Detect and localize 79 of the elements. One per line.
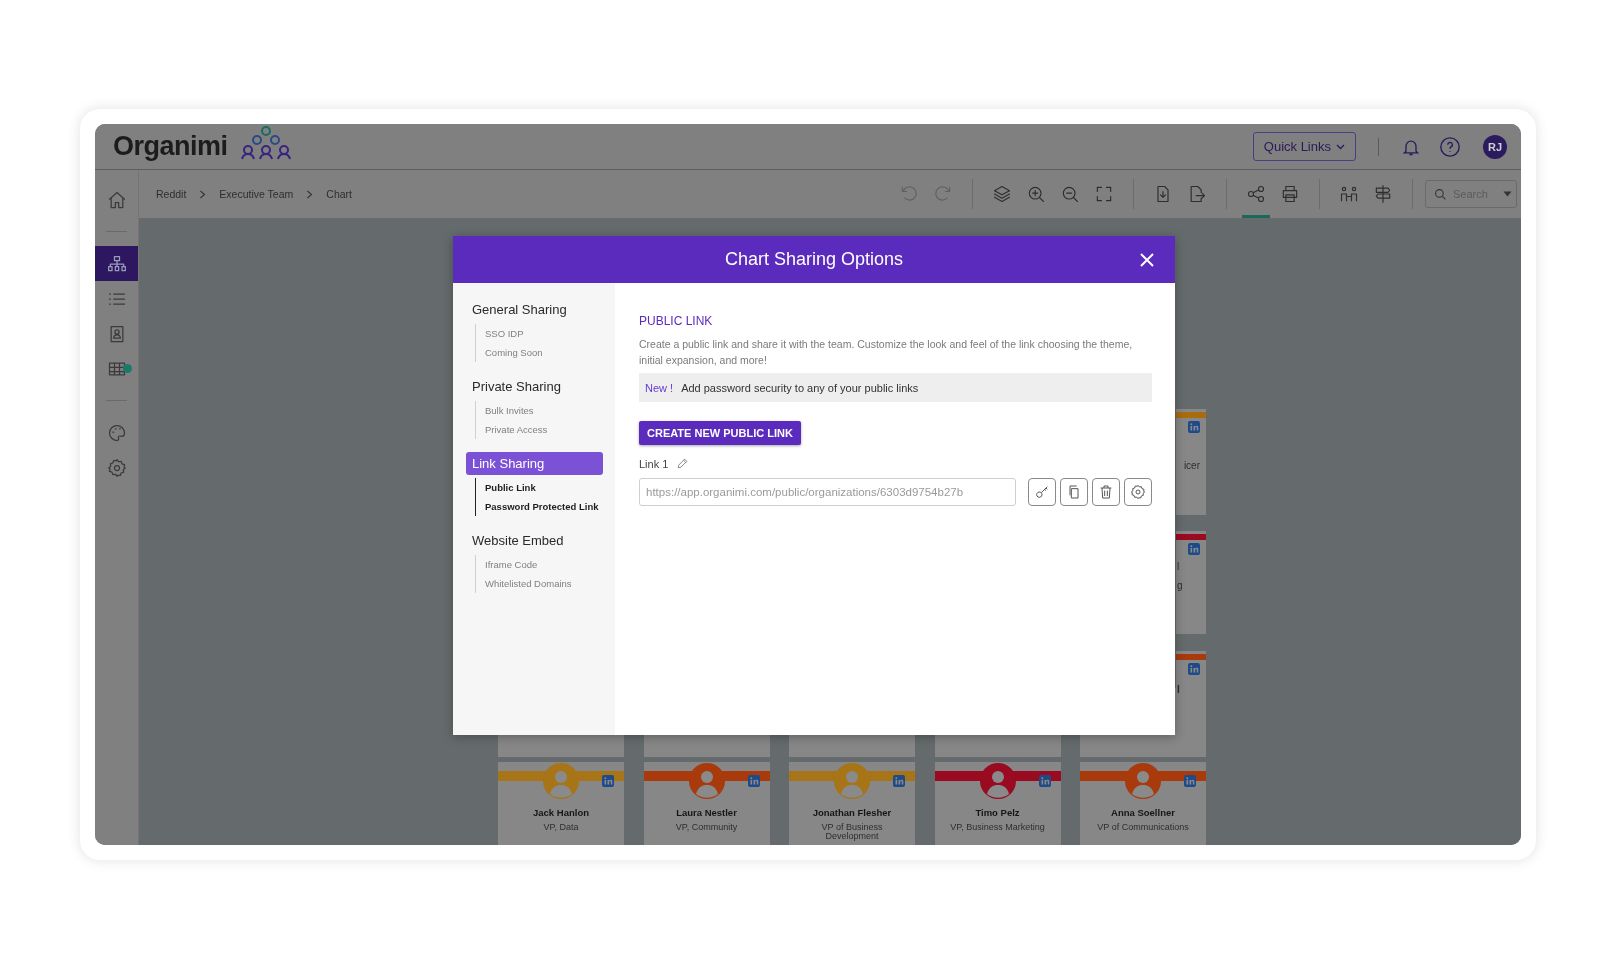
job-title: VP of Business Development: [820, 823, 884, 841]
link-name: Link 1: [639, 457, 669, 470]
section-tab[interactable]: Link Sharing: [466, 452, 603, 475]
breadcrumb-link[interactable]: Reddit: [156, 188, 187, 200]
people-icon: [1339, 184, 1359, 204]
person-name: Anna Soellner: [1111, 807, 1175, 818]
chevron-icon: [199, 189, 207, 199]
dialog-title: Chart Sharing Options: [724, 249, 904, 270]
undo-icon: [899, 184, 919, 204]
user-avatar[interactable]: RJ: [1483, 134, 1507, 159]
breadcrumb-link[interactable]: Executive Team: [219, 188, 294, 200]
person-name: Timo Pelz: [975, 807, 1020, 818]
org-chart-icon: [106, 253, 127, 274]
social-icon[interactable]: [1184, 775, 1196, 787]
subsection-link[interactable]: Password Protected Link: [485, 497, 603, 516]
layers-icon: [992, 184, 1012, 204]
section-tab[interactable]: General Sharing: [466, 298, 603, 321]
zoom-out-icon: [1060, 184, 1080, 204]
signpost-icon: [1373, 184, 1393, 204]
subsection-link[interactable]: SSO IDP: [485, 324, 603, 343]
social-icon[interactable]: [747, 775, 760, 787]
key-icon: [1034, 484, 1050, 500]
social-icon[interactable]: [602, 775, 614, 787]
trash-button[interactable]: [1092, 478, 1120, 506]
person-name: Jonathan Flesher: [812, 807, 892, 818]
social-icon[interactable]: [1188, 543, 1200, 555]
copy-button[interactable]: [1060, 478, 1088, 506]
quick-links-button[interactable]: Quick Links: [1252, 132, 1356, 161]
trash-icon: [1098, 484, 1114, 500]
job-title: VP, Business Marketing: [949, 823, 1046, 832]
pencil-icon[interactable]: [676, 457, 690, 470]
subsection-link[interactable]: Bulk Invites: [485, 401, 603, 420]
person-name: Jack Hanlon: [533, 807, 589, 818]
social-icon[interactable]: [1188, 663, 1200, 675]
caret-icon: [1336, 143, 1345, 150]
share-icon: [1246, 184, 1266, 204]
subsection-link[interactable]: Coming Soon: [485, 343, 603, 362]
logo-text: Organimi: [113, 131, 228, 162]
notice-text: Add password security to any of your public links: [681, 381, 919, 394]
url-field[interactable]: https://app.organimi.com/public/organizations/6303d9754b27b: [639, 478, 1016, 506]
redo-icon: [933, 184, 953, 204]
settings-icon: [1130, 484, 1146, 500]
section-description: Create a public link and share it with the team. Customize the look and feel of the link choosing the theme, initial expansion, and more!: [639, 337, 1134, 368]
settings-button[interactable]: [1124, 478, 1152, 506]
card-text-fragment: g: [1177, 580, 1183, 591]
key-button[interactable]: [1028, 478, 1056, 506]
home-icon: [106, 189, 127, 210]
breadcrumb-link[interactable]: Chart: [326, 188, 352, 200]
close-icon[interactable]: [1139, 252, 1155, 268]
help-icon[interactable]: [1439, 135, 1461, 158]
logo-icon: [239, 125, 292, 160]
sidebar-item[interactable]: [95, 246, 138, 281]
card-text-fragment: icer: [1183, 460, 1200, 471]
copy-icon: [1066, 484, 1082, 500]
section-tab[interactable]: Website Embed: [466, 529, 603, 552]
chevron-icon: [306, 189, 314, 199]
social-icon[interactable]: [1188, 421, 1200, 433]
create-link-button[interactable]: CREATE NEW PUBLIC LINK: [639, 421, 801, 445]
settings-icon: [106, 457, 127, 478]
subsection-link[interactable]: Whitelisted Domains: [485, 574, 603, 593]
zoom-in-icon: [1026, 184, 1046, 204]
section-tab[interactable]: Private Sharing: [466, 375, 603, 398]
new-tag: New !: [645, 381, 674, 394]
job-title: VP of Communications: [1096, 823, 1190, 832]
card-text-fragment: l: [1177, 684, 1180, 695]
section-heading: PUBLIC LINK: [639, 314, 713, 328]
job-title: VP, Data: [542, 823, 580, 832]
fullscreen-icon: [1094, 184, 1114, 204]
dropdown-caret-icon: [1503, 191, 1512, 197]
palette-icon: [106, 422, 127, 443]
social-icon[interactable]: [893, 775, 905, 787]
subsection-link[interactable]: Private Access: [485, 420, 603, 439]
search-icon: [1434, 188, 1447, 201]
social-icon[interactable]: [1038, 775, 1051, 787]
job-title: VP, Community: [674, 823, 739, 832]
person-name: Laura Nestler: [676, 807, 737, 818]
subsection-link[interactable]: Public Link: [485, 478, 603, 497]
subsection-link[interactable]: Iframe Code: [485, 555, 603, 574]
print-icon: [1280, 184, 1300, 204]
